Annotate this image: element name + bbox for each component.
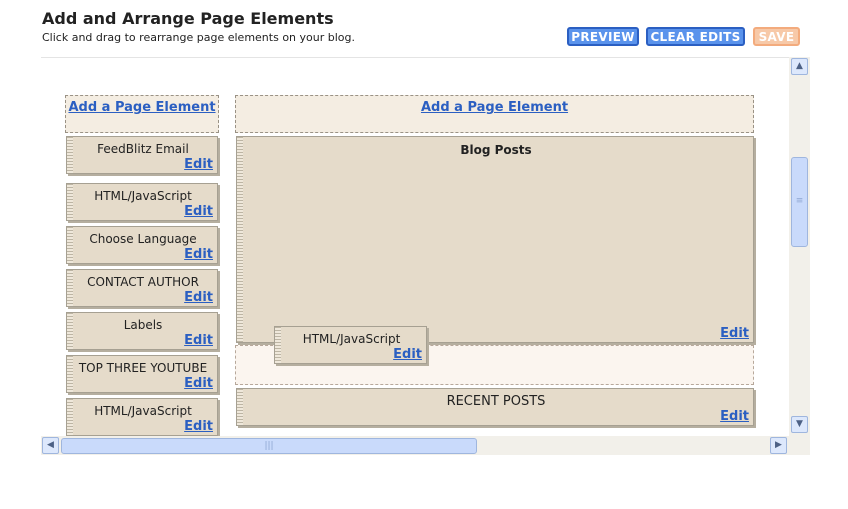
scroll-left-button[interactable]: ◀ [42,437,59,454]
vertical-scroll-thumb[interactable]: ≡ [791,157,808,247]
scroll-down-button[interactable]: ▼ [791,416,808,433]
widget-edit-link[interactable]: Edit [184,376,213,391]
widget-edit-link[interactable]: Edit [184,157,213,172]
widget-edit-link[interactable]: Edit [184,290,213,305]
scroll-up-button[interactable]: ▲ [791,58,808,75]
sidebar-widget-contact-author[interactable]: CONTACT AUTHOR Edit [66,269,218,307]
blog-posts-widget[interactable]: Blog Posts Edit [236,136,754,343]
sidebar-add-element-zone: Add a Page Element [65,95,219,133]
widget-title: RECENT POSTS [446,394,546,409]
page-subtitle: Click and drag to rearrange page element… [42,31,355,44]
clear-edits-button[interactable]: CLEAR EDITS [646,27,745,46]
sidebar-widget-labels[interactable]: Labels Edit [66,312,218,350]
scroll-right-button[interactable]: ▶ [770,437,787,454]
widget-edit-link[interactable]: Edit [720,409,749,424]
sidebar-widget-feedblitz[interactable]: FeedBlitz Email Edit [66,136,218,174]
widget-edit-link[interactable]: Edit [184,204,213,219]
widget-title: HTML/JavaScript [302,332,401,346]
sidebar-widget-top-three-youtube[interactable]: TOP THREE YOUTUBE Edit [66,355,218,393]
main-add-element-zone: Add a Page Element [235,95,754,133]
sidebar-widget-html-javascript-2[interactable]: HTML/JavaScript Edit [66,398,218,436]
arrow-up-icon: ▲ [796,61,803,71]
sidebar-add-element-link[interactable]: Add a Page Element [68,100,215,115]
arrow-down-icon: ▼ [796,419,803,429]
widget-title: CONTACT AUTHOR [87,275,199,289]
widget-edit-link[interactable]: Edit [720,326,749,341]
widget-edit-link[interactable]: Edit [184,333,213,348]
preview-button[interactable]: PREVIEW [567,27,639,46]
widget-title: Labels [123,318,163,332]
widget-title: FeedBlitz Email [97,142,189,156]
arrow-right-icon: ▶ [775,440,782,450]
recent-posts-widget[interactable]: RECENT POSTS Edit [236,388,754,426]
widget-title: Choose Language [89,232,197,246]
dragging-widget-html-javascript[interactable]: HTML/JavaScript Edit [274,326,427,364]
sidebar-widget-choose-language[interactable]: Choose Language Edit [66,226,218,264]
sidebar-widget-html-javascript[interactable]: HTML/JavaScript Edit [66,183,218,221]
scrollbar-corner [789,436,810,455]
widget-title: HTML/JavaScript [94,189,192,203]
save-button[interactable]: SAVE [753,27,800,46]
widget-title: Blog Posts [460,143,532,157]
widget-edit-link[interactable]: Edit [393,347,422,362]
widget-title: HTML/JavaScript [94,404,192,418]
widget-edit-link[interactable]: Edit [184,247,213,262]
horizontal-scroll-thumb[interactable]: ||| [61,438,477,454]
widget-edit-link[interactable]: Edit [184,419,213,434]
widget-title: TOP THREE YOUTUBE [78,361,208,375]
page-title: Add and Arrange Page Elements [42,9,334,28]
arrow-left-icon: ◀ [47,440,54,450]
drag-handle[interactable] [237,137,243,342]
main-add-element-link[interactable]: Add a Page Element [421,100,568,115]
